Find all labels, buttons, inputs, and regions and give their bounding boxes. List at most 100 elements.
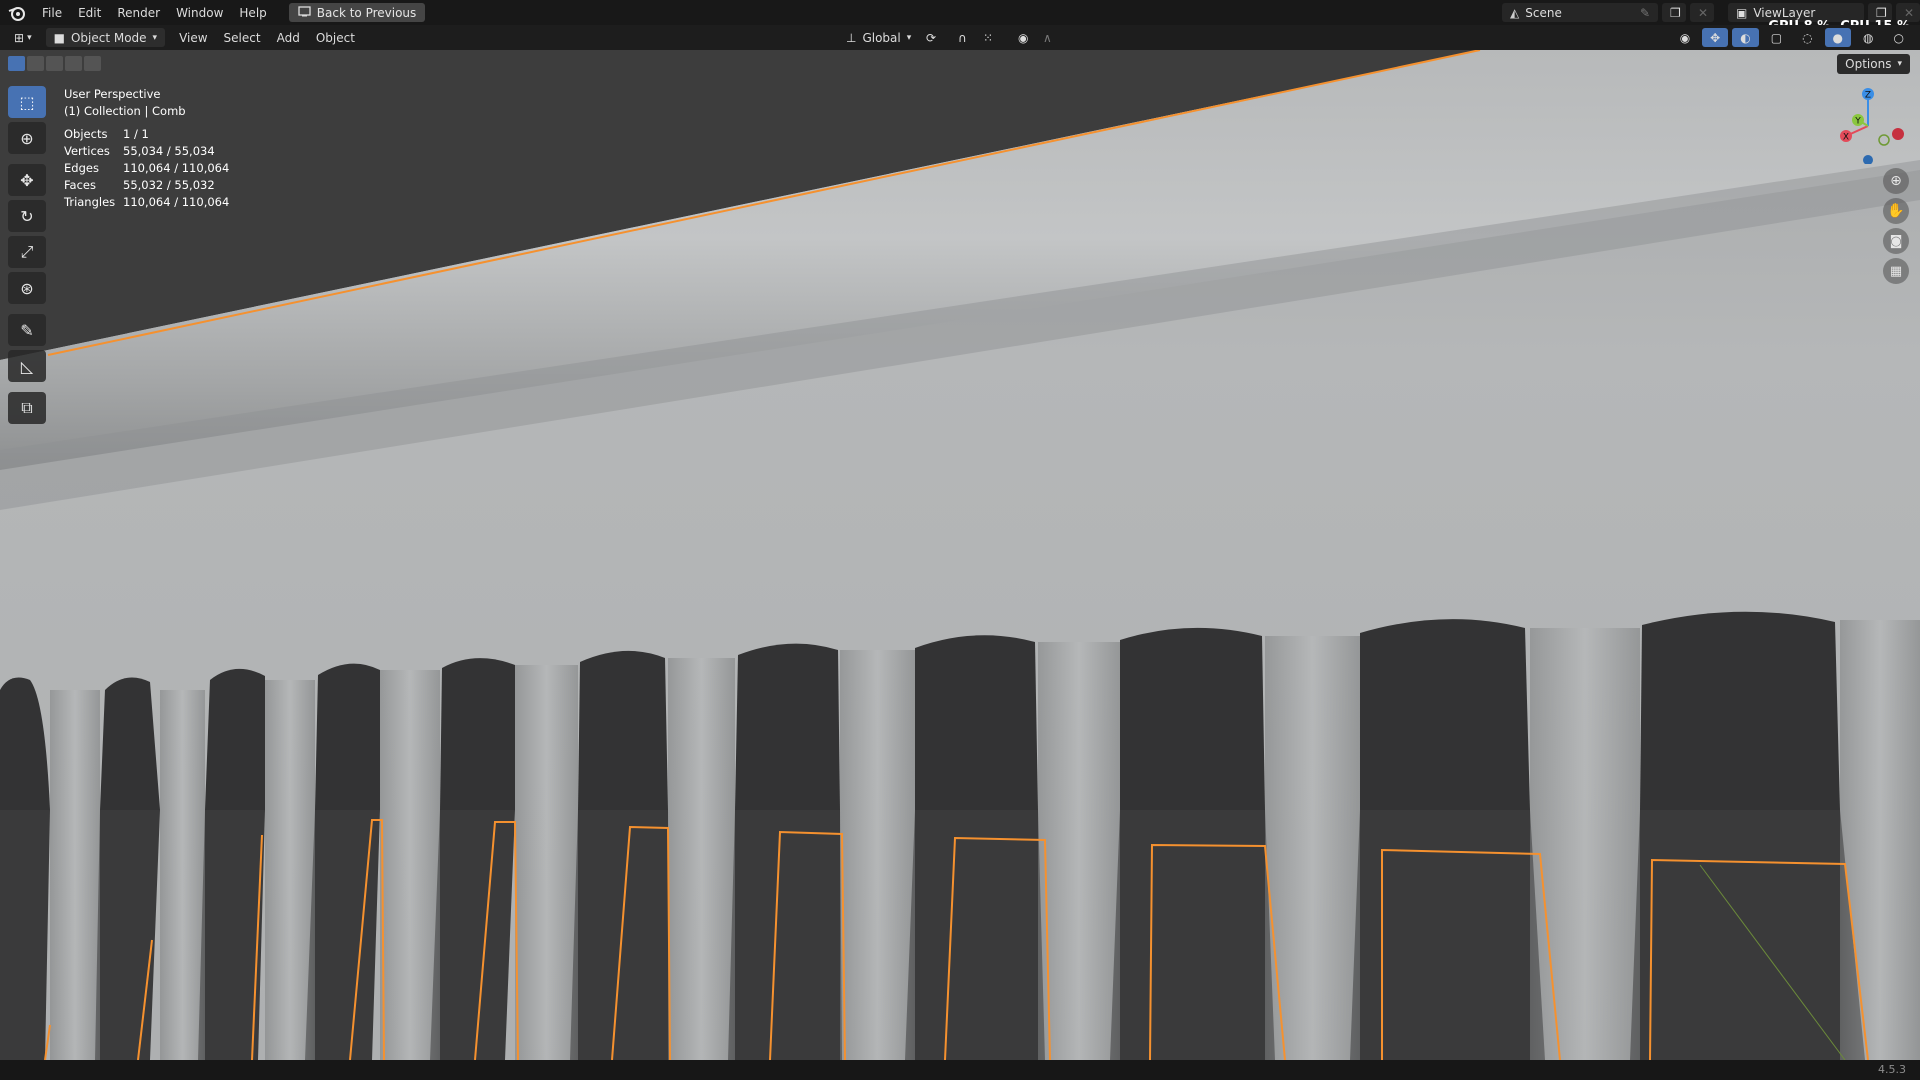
stat-row: Objects 1 / 1 xyxy=(64,126,229,143)
magnet-icon: ∩ xyxy=(958,30,967,45)
object-mode-icon: ■ xyxy=(53,30,65,45)
stat-value: 110,064 / 110,064 xyxy=(123,161,230,175)
stat-value: 55,032 / 55,032 xyxy=(123,178,215,192)
menu-help[interactable]: Help xyxy=(231,0,274,25)
ortho-toggle-button[interactable]: ▦ xyxy=(1883,258,1909,284)
xray-icon: ▢ xyxy=(1770,30,1783,45)
view-perspective-label: User Perspective xyxy=(64,87,161,101)
chevron-down-icon: ▾ xyxy=(152,32,158,43)
mode-label: Object Mode xyxy=(70,30,147,45)
stat-label: Vertices xyxy=(64,144,110,158)
select-box-tool[interactable]: ⬚ xyxy=(8,86,46,118)
shading-material[interactable]: ◍ xyxy=(1855,28,1881,47)
select-box-icon: ⬚ xyxy=(19,92,35,112)
pan-button[interactable]: ✋ xyxy=(1883,198,1909,224)
menu-file[interactable]: File xyxy=(34,0,70,25)
menu-object[interactable]: Object xyxy=(308,28,363,47)
comb-mesh-render xyxy=(0,50,1920,1060)
stat-label: Triangles xyxy=(64,195,116,209)
transform-icon: ⊛ xyxy=(20,278,34,298)
menu-edit[interactable]: Edit xyxy=(70,0,109,25)
select-invert-button[interactable] xyxy=(65,56,82,71)
delete-scene-button[interactable]: ✕ xyxy=(1690,3,1714,22)
eye-icon: ◉ xyxy=(1679,30,1691,45)
scene-icon: ◭ xyxy=(1510,5,1520,20)
grid-icon: ▦ xyxy=(1889,263,1903,279)
viewport-shading-controls: ◉ ✥ ◐ ▢ ◌ ● ◍ ○ xyxy=(1672,28,1912,47)
3d-viewport[interactable]: ⬚ ⊕ ✥ ↻ ⤢ ⊛ ✎ ◺ ⧉ User Perspective (1) C… xyxy=(0,50,1920,1060)
select-extend-button[interactable] xyxy=(27,56,44,71)
material-sphere-icon: ◍ xyxy=(1863,30,1874,45)
measure-tool[interactable]: ◺ xyxy=(8,350,46,382)
chevron-down-icon: ▾ xyxy=(906,32,912,43)
wireframe-sphere-icon: ◌ xyxy=(1802,30,1813,45)
orientation-icon: ⊥ xyxy=(846,30,857,45)
zoom-button[interactable]: ⊕ xyxy=(1883,168,1909,194)
tool-shelf: ⬚ ⊕ ✥ ↻ ⤢ ⊛ ✎ ◺ ⧉ xyxy=(8,86,48,428)
proportional-icon: ◉ xyxy=(1018,30,1029,45)
mode-selector[interactable]: ■ Object Mode ▾ xyxy=(45,28,166,47)
scene-name: Scene xyxy=(1525,5,1562,20)
menu-add[interactable]: Add xyxy=(269,28,308,47)
visibility-button[interactable]: ◉ xyxy=(1672,28,1698,47)
zoom-icon: ⊕ xyxy=(1890,173,1902,189)
move-icon: ✥ xyxy=(20,170,34,190)
transform-orientation-selector[interactable]: ⊥ Global ▾ xyxy=(838,28,919,47)
add-cube-icon: ⧉ xyxy=(21,398,33,417)
pin-icon[interactable]: ✎ xyxy=(1640,6,1650,20)
gizmo-icon: ✥ xyxy=(1710,30,1721,45)
gizmo-x-label: X xyxy=(1843,133,1849,143)
xray-toggle[interactable]: ▢ xyxy=(1763,28,1790,47)
view-layer-icon: ▣ xyxy=(1736,5,1748,20)
camera-view-button[interactable]: ◙ xyxy=(1883,228,1909,254)
blender-logo-icon[interactable] xyxy=(0,0,34,25)
stat-value: 55,034 / 55,034 xyxy=(123,144,215,158)
stat-row: Faces 55,032 / 55,032 xyxy=(64,177,229,194)
scene-selector[interactable]: ◭ Scene ✎ xyxy=(1502,3,1658,22)
new-scene-button[interactable]: ❐ xyxy=(1662,3,1686,22)
scale-tool[interactable]: ⤢ xyxy=(8,236,46,268)
falloff-selector[interactable]: ∧ xyxy=(1035,28,1060,47)
chevron-down-icon: ▾ xyxy=(1897,59,1902,69)
menu-render[interactable]: Render xyxy=(109,0,168,25)
pivot-point-button[interactable]: ⟳ xyxy=(918,28,944,47)
proportional-editing-toggle[interactable]: ◉ xyxy=(1010,28,1036,47)
select-new-button[interactable] xyxy=(8,56,25,71)
back-to-previous-label: Back to Previous xyxy=(316,5,417,20)
gizmo-toggle[interactable]: ✥ xyxy=(1702,28,1729,47)
options-dropdown[interactable]: Options ▾ xyxy=(1837,54,1910,74)
rotate-tool[interactable]: ↻ xyxy=(8,200,46,232)
shading-solid[interactable]: ● xyxy=(1824,28,1852,47)
shading-rendered[interactable]: ○ xyxy=(1886,28,1912,47)
collection-label: (1) Collection | Comb xyxy=(64,104,186,118)
menu-window[interactable]: Window xyxy=(168,0,231,25)
stat-label: Edges xyxy=(64,161,99,175)
snap-settings[interactable]: ⁙ xyxy=(975,28,1001,47)
back-to-previous-button[interactable]: Back to Previous xyxy=(288,3,426,22)
menu-view[interactable]: View xyxy=(171,28,215,47)
select-subtract-button[interactable] xyxy=(46,56,63,71)
options-label: Options xyxy=(1845,57,1892,71)
editor-type-button[interactable]: ⊞ ▾ xyxy=(6,28,40,47)
shading-wireframe[interactable]: ◌ xyxy=(1794,28,1820,47)
transform-tool[interactable]: ⊛ xyxy=(8,272,46,304)
falloff-icon: ∧ xyxy=(1043,30,1052,45)
cursor-tool[interactable]: ⊕ xyxy=(8,122,46,154)
move-tool[interactable]: ✥ xyxy=(8,164,46,196)
stat-label: Objects xyxy=(64,127,108,141)
pivot-icon: ⟳ xyxy=(926,30,937,45)
top-bar: File Edit Render Window Help Back to Pre… xyxy=(0,0,1920,25)
selection-mode-buttons xyxy=(8,56,101,71)
cursor-icon: ⊕ xyxy=(20,128,34,148)
screen-icon xyxy=(298,5,311,20)
annotate-tool[interactable]: ✎ xyxy=(8,314,46,346)
copy-icon: ❐ xyxy=(1670,5,1681,20)
stat-value: 110,064 / 110,064 xyxy=(123,195,230,209)
snap-toggle[interactable]: ∩ xyxy=(950,28,975,47)
select-intersect-button[interactable] xyxy=(84,56,101,71)
transform-orientation-label: Global xyxy=(862,30,901,45)
add-cube-tool[interactable]: ⧉ xyxy=(8,392,46,424)
overlay-toggle[interactable]: ◐ xyxy=(1732,28,1759,47)
navigation-gizmo[interactable]: Z X Y xyxy=(1828,84,1908,164)
menu-select[interactable]: Select xyxy=(216,28,269,47)
